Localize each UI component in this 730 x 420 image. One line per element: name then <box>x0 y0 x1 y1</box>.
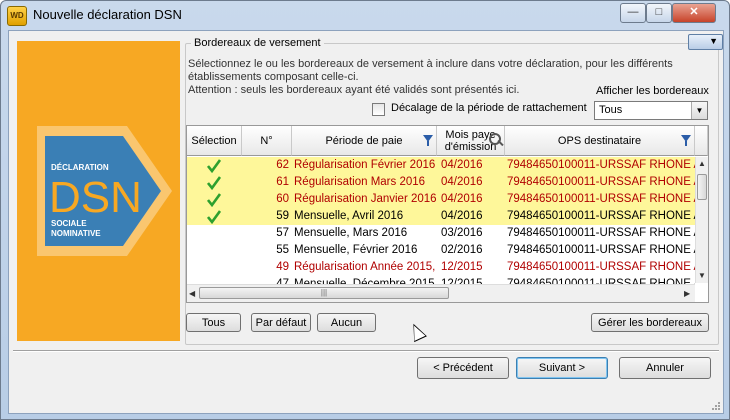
col-header-num[interactable]: N° <box>242 126 292 156</box>
table-row[interactable]: 59 Mensuelle, Avril 2016 04/2016 7948465010… <box>187 208 695 225</box>
cell-mois: 04/2016 <box>441 176 483 188</box>
chevron-down-icon: ▼ <box>709 36 718 46</box>
horizontal-scrollbar[interactable]: ◀ ||| ▶ <box>187 284 695 302</box>
cell-num: 55 <box>276 244 289 256</box>
minimize-button[interactable]: — <box>620 3 646 23</box>
logo-dsn: DSN <box>49 173 142 222</box>
scroll-right-icon[interactable]: ▶ <box>684 289 690 298</box>
cell-ops: 79484650100011-URSSAF RHONE ALI <box>507 244 695 256</box>
suivant-button[interactable]: Suivant > <box>516 357 608 379</box>
vertical-scroll-thumb[interactable] <box>697 174 707 200</box>
col-header-mois[interactable]: Mois paye d'émission <box>437 126 505 156</box>
table-row[interactable]: 57 Mensuelle, Mars 2016 03/2016 79484650100… <box>187 225 695 242</box>
scroll-up-icon[interactable]: ▲ <box>698 159 706 168</box>
table-row[interactable]: 55 Mensuelle, Février 2016 02/2016 79484650… <box>187 242 695 259</box>
table-row[interactable]: 60 Régularisation Janvier 2016 04/2016 7948… <box>187 191 695 208</box>
cell-periode: Régularisation Février 2016 <box>294 159 436 171</box>
cell-mois: 04/2016 <box>441 193 483 205</box>
logo-line1: DÉCLARATION <box>51 163 109 172</box>
filter-icon-stem <box>685 141 687 146</box>
afficher-label: Afficher les bordereaux <box>596 85 709 97</box>
cell-periode: Mensuelle, Avril 2016 <box>294 210 404 222</box>
app-icon: WD <box>7 6 27 26</box>
cell-ops: 79484650100011-URSSAF RHONE ALI <box>507 261 695 273</box>
cell-ops: 79484650100011-URSSAF RHONE ALI <box>507 193 695 205</box>
bordereaux-table[interactable]: Sélection N° Période de paie Mois paye d… <box>186 125 709 303</box>
cell-mois: 04/2016 <box>441 210 483 222</box>
aucun-button[interactable]: Aucun <box>317 313 376 332</box>
cell-periode: Régularisation Année 2015, J... <box>294 261 436 273</box>
checkmark-icon[interactable] <box>207 193 221 207</box>
cell-num: 59 <box>276 210 289 222</box>
instructions-line1: Sélectionnez le ou les bordereaux de ver… <box>188 58 673 70</box>
decalage-checkbox[interactable] <box>372 103 385 116</box>
precedent-button[interactable]: < Précédent <box>417 357 509 379</box>
annuler-button[interactable]: Annuler <box>619 357 711 379</box>
periode-header-label: Période de paie <box>325 135 403 147</box>
col-header-selection[interactable]: Sélection <box>187 126 242 156</box>
cell-ops: 79484650100011-URSSAF RHONE ALI <box>507 159 695 171</box>
resize-grip-icon[interactable] <box>711 401 721 411</box>
ops-header-label: OPS destinataire <box>557 135 642 147</box>
tous-button[interactable]: Tous <box>186 313 241 332</box>
cell-num: 60 <box>276 193 289 205</box>
maximize-button[interactable]: □ <box>646 3 672 23</box>
filter-icon-stem <box>427 141 429 146</box>
afficher-combo[interactable]: Tous ▼ <box>594 101 708 120</box>
col-header-ops[interactable]: OPS destinataire <box>505 126 695 156</box>
checkmark-icon[interactable] <box>207 210 221 224</box>
table-row[interactable]: 61 Régularisation Mars 2016 04/2016 7948465… <box>187 174 695 191</box>
cell-num: 61 <box>276 176 289 188</box>
group-title: Bordereaux de versement <box>191 37 324 49</box>
decalage-label: Décalage de la période de rattachement <box>391 102 587 114</box>
checkmark-icon[interactable] <box>207 159 221 173</box>
col-header-periode[interactable]: Période de paie <box>292 126 437 156</box>
separator <box>13 350 719 352</box>
table-row[interactable]: 49 Régularisation Année 2015, J... 12/2015… <box>187 259 695 276</box>
scroll-down-icon[interactable]: ▼ <box>698 271 706 280</box>
dialog-client: DÉCLARATION DSN SOCIALE NOMINATIVE Borde… <box>8 30 724 414</box>
cell-mois: 02/2016 <box>441 244 483 256</box>
cell-ops: 79484650100011-URSSAF RHONE ALI <box>507 227 695 239</box>
table-row[interactable]: 62 Régularisation Février 2016 04/2016 7948… <box>187 157 695 174</box>
cell-ops: 79484650100011-URSSAF RHONE ALI <box>507 176 695 188</box>
cell-mois: 04/2016 <box>441 159 483 171</box>
logo-line3: NOMINATIVE <box>51 229 101 238</box>
gerer-bordereaux-button[interactable]: Gérer les bordereaux <box>591 313 709 332</box>
dsn-panel: DÉCLARATION DSN SOCIALE NOMINATIVE <box>17 41 180 341</box>
par-defaut-button[interactable]: Par défaut <box>251 313 311 332</box>
options-dropdown-button[interactable]: ▼ <box>688 34 723 50</box>
window-title: Nouvelle déclaration DSN <box>33 7 182 22</box>
dsn-logo: DÉCLARATION DSN SOCIALE NOMINATIVE <box>37 126 172 256</box>
cell-num: 49 <box>276 261 289 273</box>
cell-periode: Mensuelle, Mars 2016 <box>294 227 408 239</box>
cell-periode: Mensuelle, Février 2016 <box>294 244 418 256</box>
logo-line2: SOCIALE <box>51 219 87 228</box>
vertical-scrollbar[interactable]: ▲ ▼ <box>695 157 708 283</box>
cell-mois: 03/2016 <box>441 227 483 239</box>
instructions-line2: établissements composant celle-ci. <box>188 71 359 83</box>
cell-num: 62 <box>276 159 289 171</box>
cell-periode: Régularisation Janvier 2016 <box>294 193 436 205</box>
checkmark-icon[interactable] <box>207 176 221 190</box>
cell-num: 57 <box>276 227 289 239</box>
title-bar[interactable]: WD Nouvelle déclaration DSN — □ ✕ <box>1 1 729 29</box>
dialog-window: WD Nouvelle déclaration DSN — □ ✕ DÉCLAR… <box>0 0 730 420</box>
chevron-down-icon[interactable]: ▼ <box>691 102 707 119</box>
scroll-left-icon[interactable]: ◀ <box>189 289 195 298</box>
horizontal-scroll-thumb[interactable]: ||| <box>199 287 449 299</box>
cell-ops: 79484650100011-URSSAF RHONE ALI <box>507 210 695 222</box>
cell-periode: Régularisation Mars 2016 <box>294 176 426 188</box>
cell-mois: 12/2015 <box>441 261 483 273</box>
close-button[interactable]: ✕ <box>672 3 716 23</box>
col-header-extra[interactable] <box>695 126 708 156</box>
afficher-value: Tous <box>599 104 623 116</box>
